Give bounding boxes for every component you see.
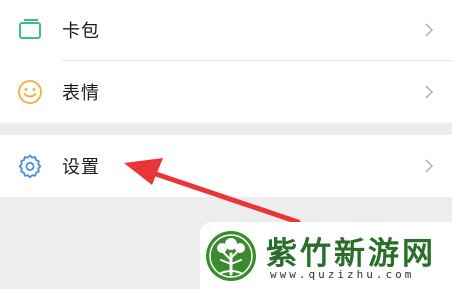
gear-icon bbox=[18, 154, 42, 179]
watermark-url: www.quzizhu.com bbox=[270, 268, 415, 281]
chevron-right-icon bbox=[425, 85, 434, 99]
menu-item-card-wallet[interactable]: 卡包 bbox=[0, 0, 452, 61]
menu-group-top: 卡包 表情 bbox=[0, 0, 452, 123]
watermark-title: 紫竹新游网 bbox=[266, 236, 436, 272]
menu-item-label: 卡包 bbox=[62, 20, 100, 42]
smiley-icon bbox=[18, 80, 42, 104]
menu-item-label: 设置 bbox=[62, 157, 100, 178]
menu-group-settings: 设置 bbox=[0, 135, 452, 197]
chevron-right-icon bbox=[425, 22, 434, 37]
site-watermark: 紫竹新游网 www.quzizhu.com bbox=[200, 222, 452, 289]
menu-item-label: 表情 bbox=[62, 83, 100, 104]
settings-menu-screen: 卡包 表情 设置 紫竹新游网 www.quzizhu.com bbox=[0, 0, 452, 289]
menu-item-stickers[interactable]: 表情 bbox=[0, 61, 452, 123]
bamboo-tree-logo-icon bbox=[206, 231, 256, 281]
menu-item-settings[interactable]: 设置 bbox=[0, 135, 452, 197]
card-wallet-icon bbox=[19, 18, 41, 39]
chevron-right-icon bbox=[425, 159, 434, 173]
